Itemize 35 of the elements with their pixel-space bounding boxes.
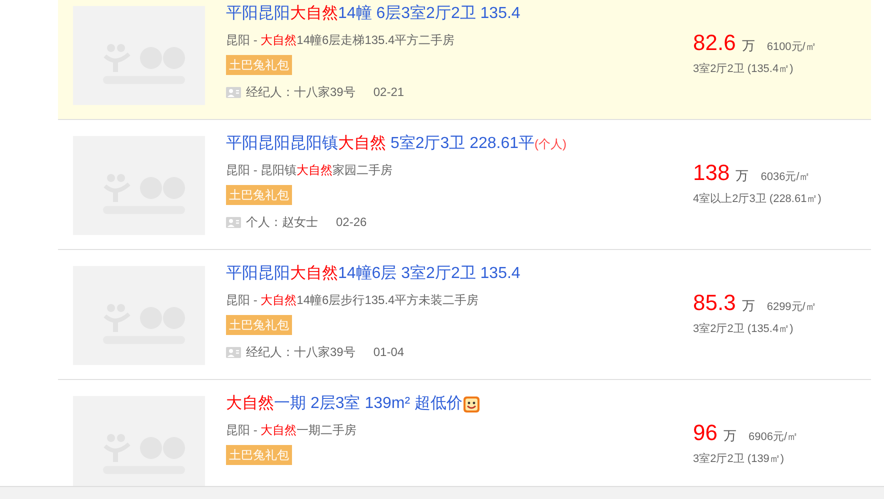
listing-row[interactable]: 平阳昆阳大自然14幢 6层3室2厅2卫 135.4 昆阳 - 大自然14幢6层走梯135.4平方二手房 土巴兔礼包 经纪人：十八家39号 02-21 82.6 万 6100元/㎡ 3室2厅2卫 (135.4㎡)	[58, 0, 871, 120]
room-layout: 3室2厅2卫 (135.4㎡)	[693, 322, 794, 336]
price-unit: 万	[742, 37, 755, 55]
price: 82.6	[693, 30, 736, 56]
room-layout: 4室以上2厅3卫 (228.61㎡)	[693, 192, 822, 206]
room-layout: 3室2厅2卫 (135.4㎡)	[693, 62, 794, 76]
contact-name: 经纪人：十八家39号	[246, 84, 356, 100]
listing-subtitle: 昆阳 - 大自然14幢6层走梯135.4平方二手房	[226, 32, 455, 48]
price-unit: 万	[736, 167, 749, 185]
post-date: 02-26	[336, 214, 367, 230]
contact-card-icon	[226, 346, 241, 358]
price: 85.3	[693, 290, 736, 316]
contact-card-icon	[226, 86, 241, 98]
price: 138	[693, 160, 730, 186]
price-unit: 万	[742, 297, 755, 315]
contact-name: 个人：赵女士	[246, 214, 318, 230]
listing-subtitle: 昆阳 - 大自然一期二手房	[226, 422, 357, 438]
unit-price: 6299元/㎡	[766, 300, 816, 315]
post-date: 02-21	[373, 84, 404, 100]
unit-price: 6100元/㎡	[766, 40, 816, 55]
price: 96	[693, 420, 718, 446]
room-layout: 3室2厅2卫 (139㎡)	[693, 452, 784, 466]
contact-name: 经纪人：十八家39号	[246, 344, 356, 360]
post-date: 01-04	[373, 344, 404, 360]
listing-title-link[interactable]: 平阳昆阳昆阳镇大自然 5室2厅3卫 228.61平(个人)	[226, 133, 696, 155]
listing-title-link[interactable]: 大自然一期 2层3室 139m² 超低价	[226, 393, 696, 415]
smiley-icon	[463, 396, 480, 412]
listing-title-link[interactable]: 平阳昆阳大自然14幢 6层3室2厅2卫 135.4	[226, 3, 696, 25]
unit-price: 6036元/㎡	[760, 170, 810, 185]
listing-subtitle: 昆阳 - 昆阳镇大自然家园二手房	[226, 162, 393, 178]
unit-price: 6906元/㎡	[748, 430, 798, 445]
contact-card-icon	[226, 216, 241, 228]
listing-subtitle: 昆阳 - 大自然14幢6层步行135.4平方未装二手房	[226, 292, 479, 308]
price-unit: 万	[723, 427, 736, 445]
listing-title-link[interactable]: 平阳昆阳大自然14幢6层 3室2厅2卫 135.4	[226, 263, 696, 285]
